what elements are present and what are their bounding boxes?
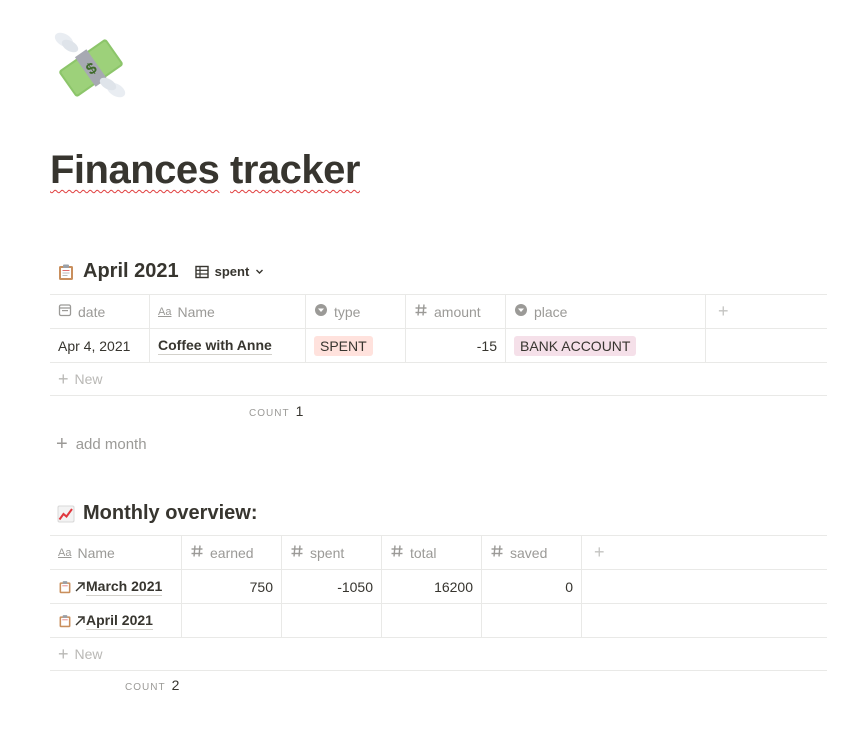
- row-title[interactable]: March 2021: [86, 578, 163, 596]
- column-label: type: [334, 303, 361, 320]
- total-cell[interactable]: 16200: [382, 570, 482, 603]
- empty-cell: [582, 604, 827, 637]
- april-section-title[interactable]: April 2021: [83, 260, 179, 283]
- april-count-footer[interactable]: COUNT 1: [249, 403, 303, 419]
- column-header-name[interactable]: Aa Name: [150, 295, 306, 328]
- column-header-amount[interactable]: amount: [406, 295, 506, 328]
- spent-cell[interactable]: -1050: [282, 570, 382, 603]
- text-aa-icon: Aa: [158, 305, 172, 318]
- amount-cell[interactable]: -15: [406, 329, 506, 362]
- column-header-date[interactable]: date: [50, 295, 150, 328]
- add-column-button[interactable]: +: [582, 536, 827, 569]
- number-icon: [414, 303, 428, 320]
- name-cell[interactable]: April 2021: [50, 604, 182, 637]
- column-header-earned[interactable]: earned: [182, 536, 282, 569]
- new-row-button[interactable]: + New: [50, 638, 827, 671]
- column-header-total[interactable]: total: [382, 536, 482, 569]
- table-header-row: date Aa Name type amount place +: [50, 295, 827, 329]
- earned-cell[interactable]: 750: [182, 570, 282, 603]
- count-label: COUNT: [125, 682, 166, 693]
- column-header-spent[interactable]: spent: [282, 536, 382, 569]
- number-icon: [290, 544, 304, 561]
- clipboard-icon: [57, 263, 75, 281]
- place-cell[interactable]: BANK ACCOUNT: [506, 329, 706, 362]
- view-label: spent: [214, 264, 250, 279]
- status-badge: SPENT: [314, 335, 373, 356]
- plus-icon: +: [58, 369, 69, 389]
- column-label: spent: [310, 544, 345, 561]
- column-header-place[interactable]: place: [506, 295, 706, 328]
- name-cell[interactable]: March 2021: [50, 570, 182, 603]
- new-row-label: New: [74, 371, 103, 387]
- add-month-button[interactable]: + add month: [56, 434, 147, 454]
- saved-cell[interactable]: 0: [482, 570, 582, 603]
- april-section-header: April 2021 spent: [57, 260, 264, 283]
- overview-section-title: Monthly overview:: [83, 502, 258, 524]
- row-title[interactable]: April 2021: [86, 612, 153, 630]
- table-header-row: Aa Name earned spent total saved +: [50, 536, 827, 570]
- money-with-wings-icon[interactable]: $: [50, 28, 132, 106]
- select-icon: [314, 303, 328, 320]
- new-row-button[interactable]: + New: [50, 363, 827, 396]
- table-row[interactable]: April 2021: [50, 604, 827, 638]
- date-cell[interactable]: Apr 4, 2021: [50, 329, 150, 362]
- name-cell[interactable]: Coffee with Anne: [150, 329, 306, 362]
- count-label: COUNT: [249, 408, 290, 419]
- count-value: 2: [171, 677, 180, 693]
- column-label: saved: [510, 544, 548, 561]
- column-label: Name: [177, 303, 215, 320]
- column-label: place: [534, 303, 568, 320]
- table-row[interactable]: Apr 4, 2021 Coffee with Anne SPENT -15 B…: [50, 329, 827, 363]
- column-label: date: [78, 303, 106, 320]
- overview-count-footer[interactable]: COUNT 2: [125, 677, 179, 693]
- earned-cell[interactable]: [182, 604, 282, 637]
- select-icon: [514, 303, 528, 320]
- number-icon: [190, 544, 204, 561]
- table-icon: [194, 265, 209, 279]
- empty-cell: [706, 329, 827, 362]
- column-label: Name: [77, 544, 115, 561]
- total-cell[interactable]: [382, 604, 482, 637]
- spent-cell[interactable]: [282, 604, 382, 637]
- saved-cell[interactable]: [482, 604, 582, 637]
- page-title-word-1: Finances: [50, 148, 220, 192]
- add-month-label: add month: [75, 435, 147, 453]
- column-header-name[interactable]: Aa Name: [50, 536, 182, 569]
- column-label: total: [410, 544, 437, 561]
- page-link-icon: [58, 580, 86, 594]
- page-title-word-2: tracker: [230, 148, 360, 192]
- count-value: 1: [295, 403, 304, 419]
- overview-table: Aa Name earned spent total saved + March…: [50, 535, 827, 671]
- place-badge: BANK ACCOUNT: [514, 335, 637, 356]
- text-aa-icon: Aa: [58, 546, 72, 559]
- page-link-icon: [58, 614, 86, 628]
- table-row[interactable]: March 2021 750 -1050 16200 0: [50, 570, 827, 604]
- column-header-saved[interactable]: saved: [482, 536, 582, 569]
- number-icon: [490, 544, 504, 561]
- column-label: earned: [210, 544, 254, 561]
- row-title[interactable]: Coffee with Anne: [158, 337, 272, 355]
- page-title[interactable]: Finances tracker: [50, 148, 360, 193]
- number-icon: [390, 544, 404, 561]
- column-header-type[interactable]: type: [306, 295, 406, 328]
- add-column-button[interactable]: +: [706, 295, 827, 328]
- empty-cell: [582, 570, 827, 603]
- column-label: amount: [434, 303, 481, 320]
- calendar-icon: [58, 303, 72, 320]
- chart-increasing-icon: [57, 505, 75, 523]
- plus-icon: +: [58, 644, 69, 664]
- chevron-down-icon: [255, 267, 264, 276]
- plus-icon: +: [56, 433, 68, 455]
- new-row-label: New: [74, 646, 103, 662]
- type-cell[interactable]: SPENT: [306, 329, 406, 362]
- april-table: date Aa Name type amount place + Apr 4, …: [50, 294, 827, 396]
- overview-section-header: Monthly overview:: [57, 502, 257, 525]
- view-switcher[interactable]: spent: [194, 264, 265, 279]
